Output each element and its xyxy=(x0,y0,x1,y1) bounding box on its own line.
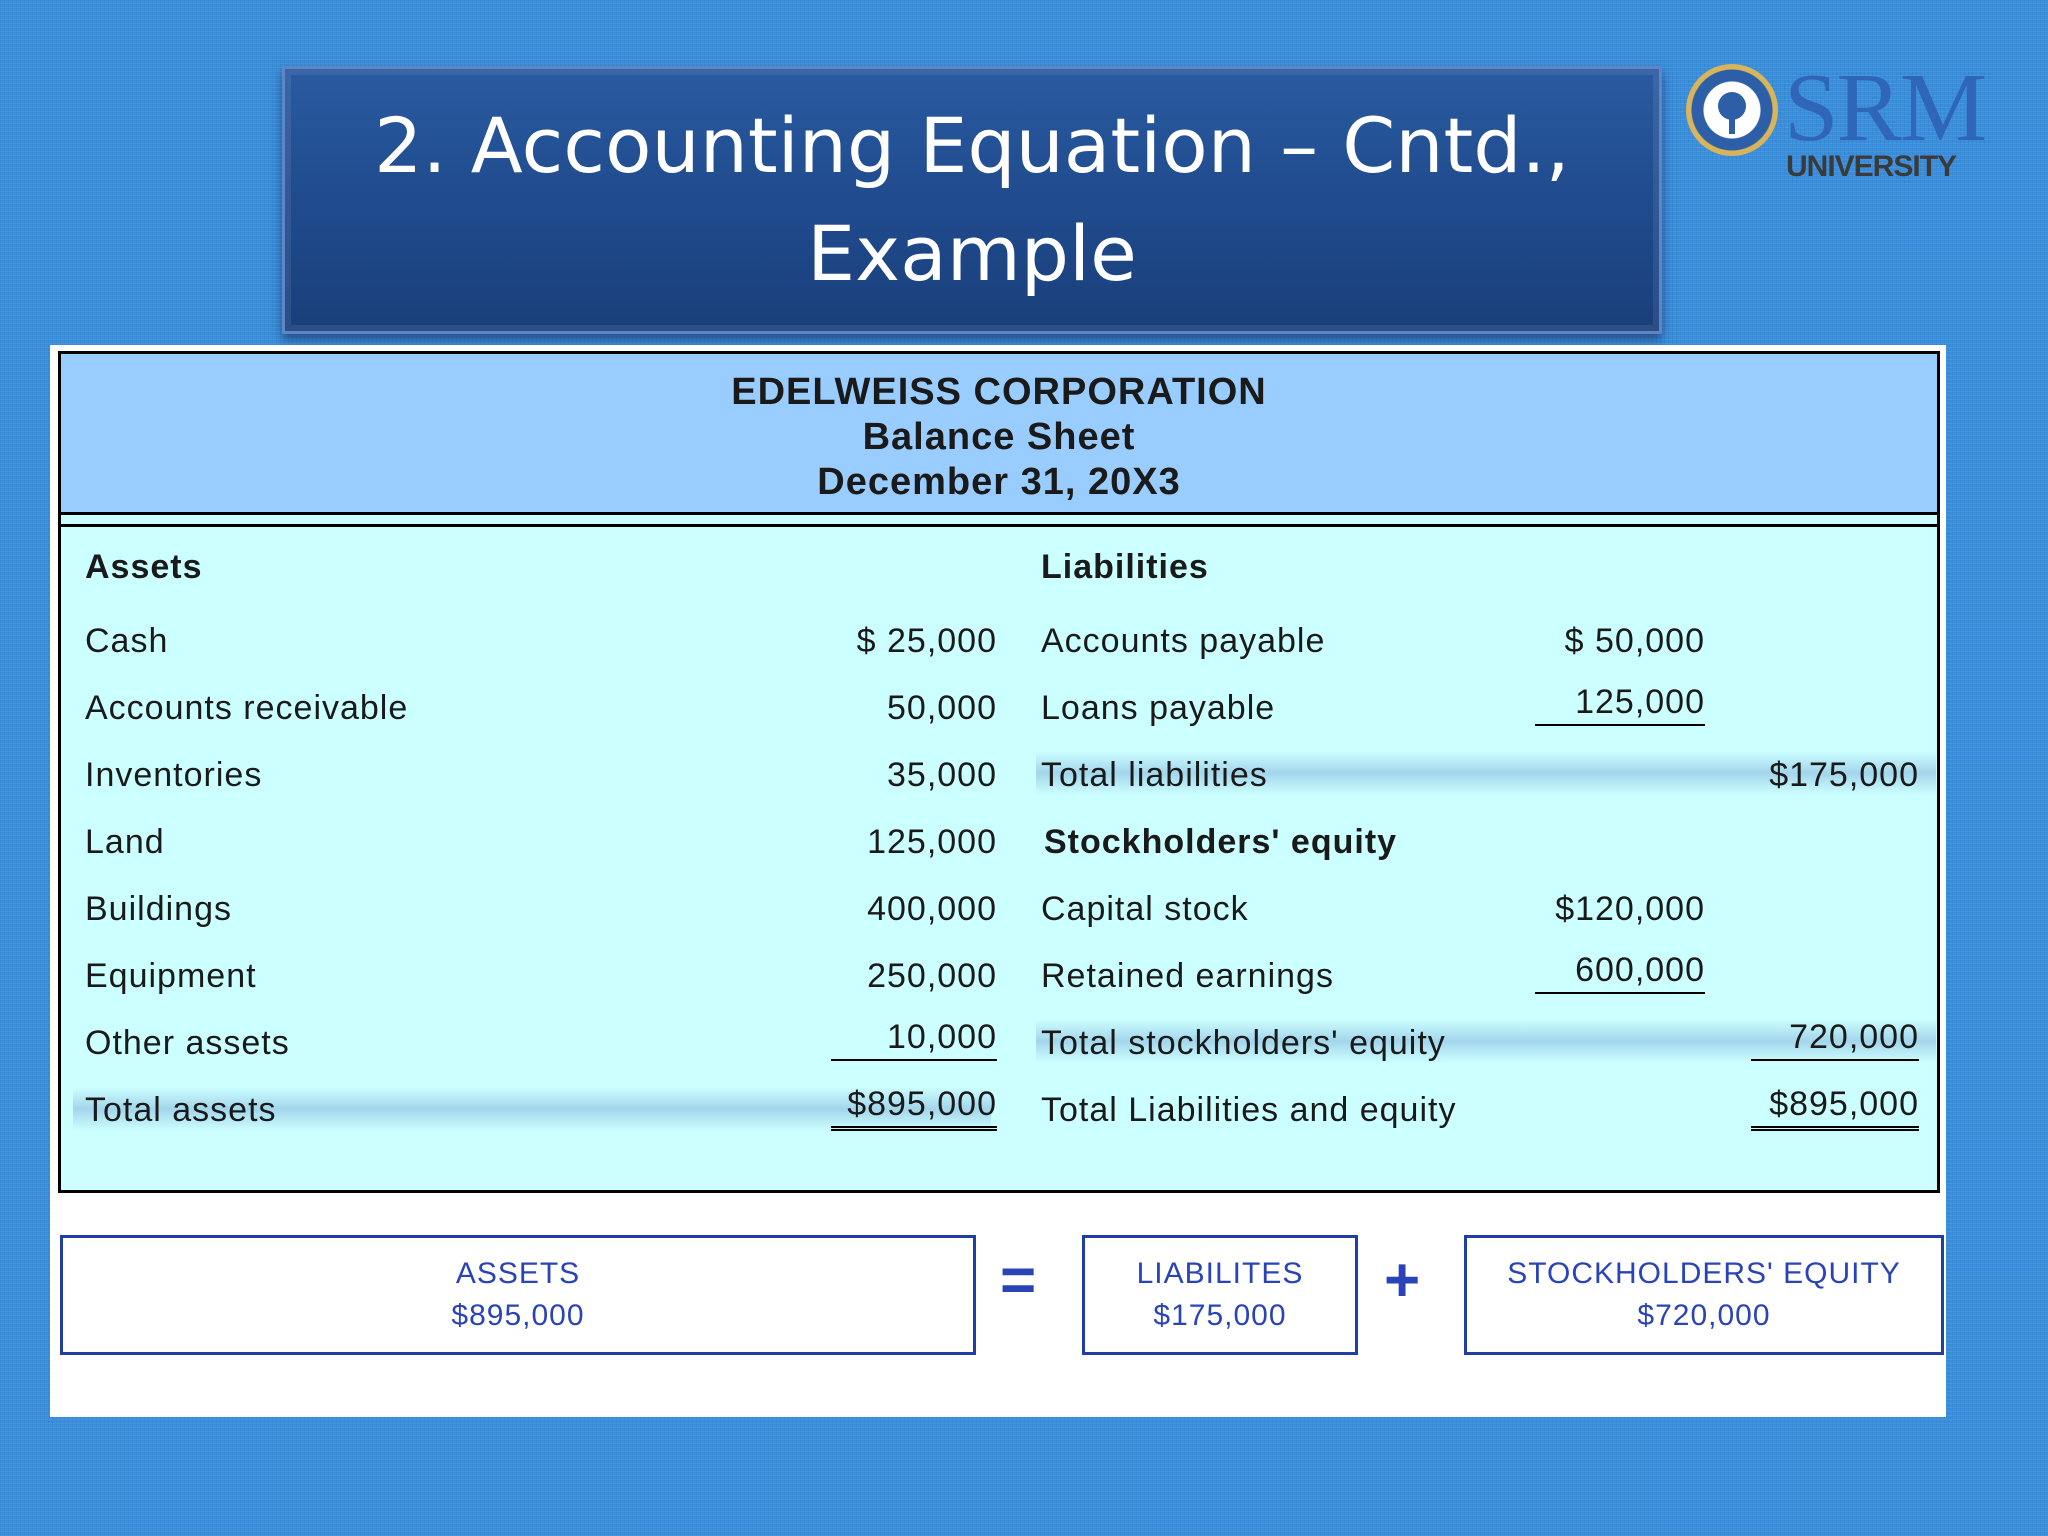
slide-title-line-1: 2. Accounting Equation – Cntd., xyxy=(374,101,1570,190)
balance-sheet: EDELWEISS CORPORATION Balance Sheet Dece… xyxy=(58,351,1940,1193)
slide-title: 2. Accounting Equation – Cntd., Example xyxy=(374,92,1570,308)
srm-logo: SRM UNIVERSITY xyxy=(1686,56,1987,206)
total-assets-label: Total assets xyxy=(85,1091,277,1129)
asset-row-amount: $ 25,000 xyxy=(856,622,997,660)
asset-row-amount: 35,000 xyxy=(887,756,997,794)
logo-wordmark: SRM xyxy=(1784,54,1987,162)
equity-heading: Stockholders' equity xyxy=(1044,823,1398,861)
equation-assets-label: ASSETS xyxy=(455,1257,581,1290)
equity-row-amount: 600,000 xyxy=(1535,951,1705,994)
asset-row-label: Cash xyxy=(85,622,169,660)
equals-sign: = xyxy=(1000,1246,1037,1315)
slide-title-line-2: Example xyxy=(807,209,1137,298)
liability-row-label: Accounts payable xyxy=(1041,622,1326,660)
asset-row-label: Other assets xyxy=(85,1024,290,1062)
equity-row-label: Capital stock xyxy=(1041,890,1249,928)
equation-liabilities-box: LIABILITES $175,000 xyxy=(1082,1235,1358,1355)
equation-equity-label: STOCKHOLDERS' EQUITY xyxy=(1507,1257,1901,1290)
equity-row-amount: $120,000 xyxy=(1555,890,1705,928)
company-name: EDELWEISS CORPORATION xyxy=(731,371,1267,413)
grand-total-amount: $895,000 xyxy=(1751,1085,1919,1131)
liability-row-label: Loans payable xyxy=(1041,689,1276,727)
equation-liabilities-label: LIABILITES xyxy=(1136,1257,1304,1290)
asset-row-label: Inventories xyxy=(85,756,263,794)
liability-row-amount: 125,000 xyxy=(1535,683,1705,726)
total-liabilities-label: Total liabilities xyxy=(1041,756,1268,794)
asset-row-amount: 400,000 xyxy=(867,890,997,928)
total-equity-amount: 720,000 xyxy=(1751,1018,1919,1061)
grand-total-label: Total Liabilities and equity xyxy=(1041,1091,1457,1129)
asset-row-label: Equipment xyxy=(85,957,257,995)
equation-liabilities-value: $175,000 xyxy=(1153,1299,1287,1332)
asset-row-amount: 125,000 xyxy=(867,823,997,861)
tree-icon xyxy=(1718,92,1746,134)
asset-row-label: Buildings xyxy=(85,890,232,928)
equity-row-label: Retained earnings xyxy=(1041,957,1334,995)
total-assets-amount: $895,000 xyxy=(831,1085,997,1131)
content-panel: EDELWEISS CORPORATION Balance Sheet Dece… xyxy=(50,345,1946,1417)
equation-assets-value: $895,000 xyxy=(451,1299,585,1332)
asset-row-label: Accounts receivable xyxy=(85,689,409,727)
liabilities-heading: Liabilities xyxy=(1041,548,1209,586)
asset-row-amount: 10,000 xyxy=(831,1018,997,1061)
balance-sheet-header: EDELWEISS CORPORATION Balance Sheet Dece… xyxy=(61,354,1937,527)
asset-row-amount: 250,000 xyxy=(867,957,997,995)
asset-row-amount: 50,000 xyxy=(887,689,997,727)
plus-sign: + xyxy=(1384,1246,1421,1315)
slide-title-box: 2. Accounting Equation – Cntd., Example xyxy=(282,66,1662,334)
statement-date: December 31, 20X3 xyxy=(817,461,1181,503)
assets-heading: Assets xyxy=(85,548,203,586)
total-equity-label: Total stockholders' equity xyxy=(1041,1024,1446,1062)
total-liabilities-amount: $175,000 xyxy=(1769,756,1919,794)
asset-row-label: Land xyxy=(85,823,165,861)
university-seal-icon xyxy=(1686,64,1778,156)
equation-assets-box: ASSETS $895,000 xyxy=(60,1235,976,1355)
equation-equity-box: STOCKHOLDERS' EQUITY $720,000 xyxy=(1464,1235,1944,1355)
logo-subtitle: UNIVERSITY xyxy=(1786,150,1957,183)
statement-title: Balance Sheet xyxy=(862,416,1136,458)
equation-equity-value: $720,000 xyxy=(1637,1299,1771,1332)
liability-row-amount: $ 50,000 xyxy=(1564,622,1705,660)
